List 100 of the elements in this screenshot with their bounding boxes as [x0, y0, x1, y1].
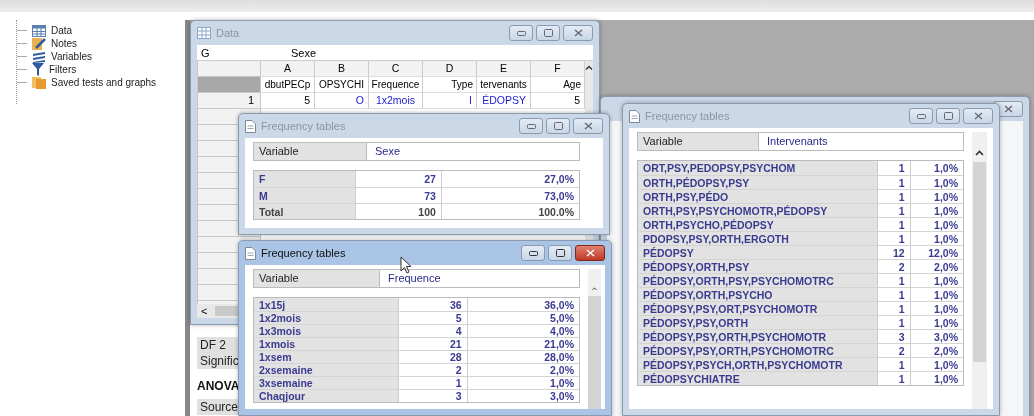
count-cell: 28: [398, 351, 467, 363]
variable-label: Variable: [638, 133, 759, 150]
maximize-button[interactable]: [536, 25, 560, 41]
variable-name: tervenants: [477, 77, 531, 93]
vertical-scrollbar[interactable]: [588, 269, 601, 409]
vertical-scrollbar[interactable]: [972, 132, 987, 409]
variable-value: Intervenants: [766, 134, 828, 149]
document-icon: [629, 109, 640, 123]
count-cell: 1: [876, 274, 910, 287]
category-label: PÉDOPSY,PSY,ORT,PSYCHOMOTR: [638, 302, 877, 315]
maximize-icon: [553, 122, 563, 130]
close-button[interactable]: [563, 25, 593, 41]
count-cell: 2: [876, 344, 910, 357]
category-label: 1x3mois: [254, 325, 399, 337]
count-cell: 1: [876, 218, 910, 231]
count-cell: 1: [876, 204, 910, 217]
count-cell: 4: [398, 325, 467, 337]
count-cell: 1: [398, 377, 467, 389]
percent-cell: 1,0%: [909, 218, 963, 231]
minimize-icon: [526, 123, 536, 129]
category-label: Chaqjour: [254, 390, 399, 402]
maximize-icon: [555, 249, 565, 257]
table-cell: 5: [261, 93, 315, 109]
count-cell: 1: [876, 190, 910, 203]
category-label: ORTH,PSY,PÉDO: [638, 190, 877, 203]
percent-cell: 2,0%: [909, 344, 963, 357]
column-header[interactable]: A: [261, 61, 315, 77]
percent-cell: 1,0%: [909, 372, 963, 385]
category-label: 1x15j: [254, 298, 399, 311]
column-header[interactable]: C: [369, 61, 423, 77]
count-cell: 2: [876, 260, 910, 273]
variable-label: Variable: [254, 270, 380, 287]
percent-cell: 1,0%: [909, 316, 963, 329]
cell-value: Sexe: [291, 46, 317, 59]
sidebar-item[interactable]: Variables: [17, 50, 185, 63]
sidebar-item[interactable]: Saved tests and graphs: [17, 76, 185, 89]
window-title: Data: [216, 27, 240, 39]
close-icon: [585, 249, 595, 257]
category-label: 2xsemaine: [254, 364, 399, 376]
scroll-arrow[interactable]: <: [201, 305, 208, 317]
category-label: ORTH,PÉDOPSY,PSY: [638, 176, 877, 189]
window-title: Frequency tables: [261, 120, 346, 132]
category-label: ORT,PSY,PEDOPSY,PSYCHOM: [638, 161, 877, 175]
category-label: Total: [254, 204, 356, 219]
category-label: 1xsem: [254, 351, 399, 363]
row-header: [197, 77, 261, 93]
count-cell: 27: [355, 171, 441, 187]
window-title: Frequency tables: [645, 110, 730, 122]
category-label: 3xsemaine: [254, 377, 399, 389]
count-cell: 21: [398, 338, 467, 350]
minimize-button[interactable]: [509, 25, 533, 41]
close-button[interactable]: [575, 245, 605, 261]
window-title: Frequency tables: [261, 247, 346, 259]
column-header[interactable]: F: [531, 61, 585, 77]
column-header[interactable]: D: [423, 61, 477, 77]
variable-name: OPSYCHI: [315, 77, 369, 93]
count-cell: 1: [876, 358, 910, 371]
sidebar-item[interactable]: Data: [17, 24, 185, 37]
filter-icon: [32, 63, 44, 76]
minimize-button[interactable]: [519, 118, 543, 134]
column-header[interactable]: E: [477, 61, 531, 77]
minimize-button[interactable]: [521, 245, 545, 261]
category-label: ORTH,PSYCHO,PÉDOPSY: [638, 218, 877, 231]
percent-cell: 1,0%: [909, 176, 963, 189]
table-cell: O: [315, 93, 369, 109]
count-cell: 3: [398, 390, 467, 402]
count-cell: 12: [876, 246, 910, 259]
close-button[interactable]: [573, 118, 603, 134]
variable-name: Type: [423, 77, 477, 93]
notes-icon: [32, 37, 46, 50]
category-label: PÉDOPSY,PSY,ORTH: [638, 316, 877, 329]
table-icon: [32, 24, 46, 37]
maximize-button[interactable]: [548, 245, 572, 261]
scroll-up-icon: [975, 150, 984, 156]
category-label: PÉDOPSY,ORTH,PSY: [638, 260, 877, 273]
category-label: PÉDOPSY,ORTH,PSY,PSYCHOMOTRC: [638, 274, 877, 287]
close-button[interactable]: [963, 108, 993, 124]
variable-name: Frequence: [369, 77, 423, 93]
maximize-icon: [943, 112, 953, 120]
minimize-icon: [516, 30, 526, 36]
category-label: PÉDOPSYCHIATRE: [638, 372, 877, 385]
percent-cell: 12,0%: [909, 246, 963, 259]
maximize-button[interactable]: [936, 108, 960, 124]
percent-cell: 1,0%: [909, 302, 963, 315]
minimize-button[interactable]: [909, 108, 933, 124]
percent-cell: 5,0%: [466, 312, 579, 324]
scroll-up-icon: [585, 65, 593, 70]
sidebar-item[interactable]: Filters: [17, 63, 185, 76]
column-header[interactable]: B: [315, 61, 369, 77]
category-label: PÉDOPSY,ORTH,PSYCHO: [638, 288, 877, 301]
table-cell: I: [423, 93, 477, 109]
close-icon: [573, 29, 583, 37]
close-icon: [583, 122, 593, 130]
sidebar-item[interactable]: Notes: [17, 37, 185, 50]
maximize-button[interactable]: [546, 118, 570, 134]
count-cell: 1: [876, 372, 910, 385]
category-label: PÉDOPSY,PSY,ORTH,PSYCHOMOTR: [638, 330, 877, 343]
minimize-icon: [916, 113, 926, 119]
category-label: 1xmois: [254, 338, 399, 350]
percent-cell: 2,0%: [909, 260, 963, 273]
